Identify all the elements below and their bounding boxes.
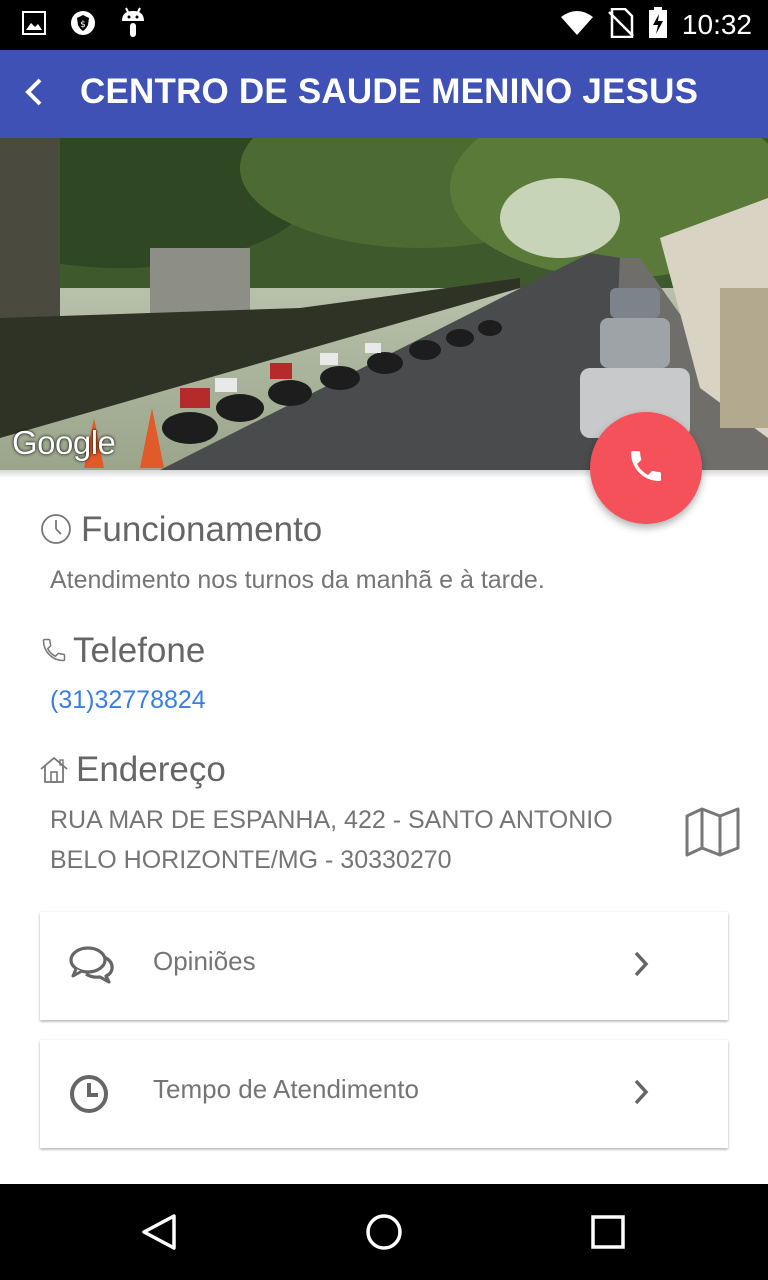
no-sim-icon [608, 7, 634, 43]
clock-outline-icon [40, 513, 72, 550]
android-notification-icon [120, 7, 146, 44]
clock-icon [68, 1070, 116, 1118]
nav-back-button[interactable] [136, 1208, 184, 1256]
nav-recents-button[interactable] [584, 1208, 632, 1256]
reviews-card[interactable]: Opiniões [40, 912, 728, 1020]
svg-text:$: $ [80, 20, 86, 30]
phone-icon [626, 446, 666, 491]
phone-number-link[interactable]: (31)32778824 [50, 686, 206, 715]
status-bar: $ 10:32 [0, 0, 768, 50]
reviews-label: Opiniões [153, 946, 256, 976]
home-outline-icon [39, 755, 69, 790]
status-time: 10:32 [681, 9, 752, 40]
battery-charging-icon [648, 6, 668, 44]
address-title: Endereço [76, 750, 226, 789]
chevron-right-icon [630, 948, 652, 980]
phone-outline-icon [40, 636, 68, 669]
hours-title: Funcionamento [81, 510, 323, 549]
wait-time-label: Tempo de Atendimento [153, 1074, 419, 1104]
app-bar: CENTRO DE SAUDE MENINO JESUS [0, 50, 768, 138]
wifi-icon [560, 10, 594, 41]
shield-notification-icon: $ [70, 10, 96, 41]
chevron-right-icon [630, 1076, 652, 1108]
back-arrow-icon [22, 77, 46, 112]
google-watermark: Google [12, 424, 116, 461]
image-notification-icon [22, 10, 46, 40]
call-button[interactable] [590, 412, 702, 524]
map-icon[interactable] [684, 806, 742, 858]
address-line2: BELO HORIZONTE/MG - 30330270 [50, 846, 452, 874]
address-line1: RUA MAR DE ESPANHA, 422 - SANTO ANTONIO [50, 806, 613, 834]
phone-title: Telefone [73, 631, 206, 670]
navigation-bar [0, 1184, 768, 1280]
page-title: CENTRO DE SAUDE MENINO JESUS [80, 72, 699, 111]
back-button[interactable] [8, 68, 60, 120]
wait-time-card[interactable]: Tempo de Atendimento [40, 1040, 728, 1148]
hours-text: Atendimento nos turnos da manhã e à tard… [50, 566, 545, 594]
chat-bubbles-icon [68, 942, 116, 990]
nav-home-button[interactable] [360, 1208, 408, 1256]
